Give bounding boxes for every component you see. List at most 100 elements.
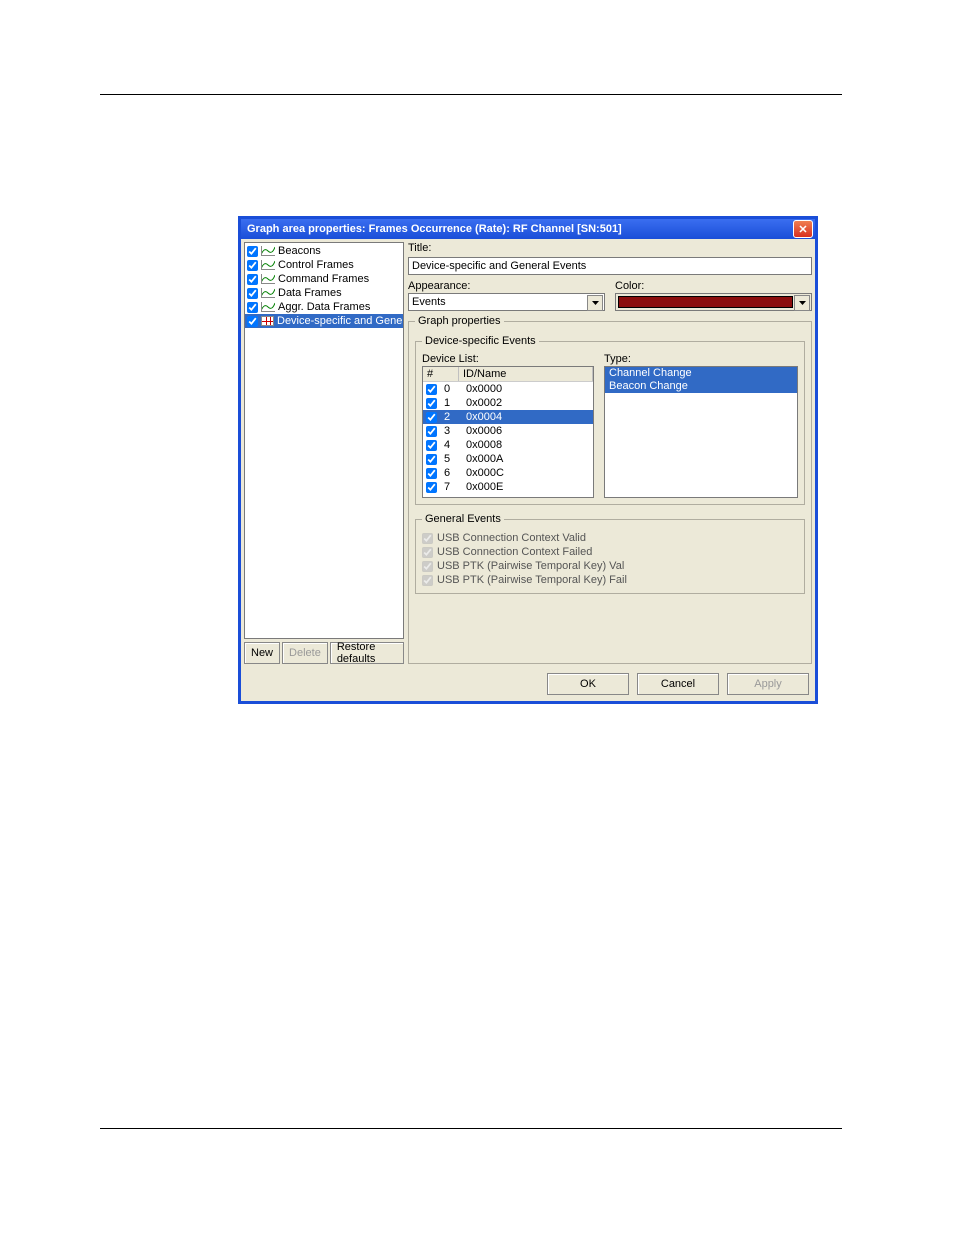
device-row[interactable]: 70x000E: [423, 480, 593, 494]
device-id: 0x0004: [464, 411, 593, 423]
title-input[interactable]: Device-specific and General Events: [408, 257, 812, 275]
device-num: 2: [442, 411, 464, 423]
chevron-down-icon[interactable]: [794, 295, 810, 311]
curve-icon: [261, 274, 275, 284]
general-events-fieldset: General Events USB Connection Context Va…: [415, 513, 805, 594]
tree-item-label: Command Frames: [278, 273, 369, 285]
delete-button: Delete: [282, 642, 328, 664]
device-list[interactable]: # ID/Name 00x000010x000220x000430x000640…: [422, 366, 594, 498]
device-checkbox[interactable]: [426, 440, 437, 451]
tree-item-label: Device-specific and General Even: [277, 315, 404, 327]
device-checkbox[interactable]: [426, 482, 437, 493]
device-num: 0: [442, 383, 464, 395]
general-event-item[interactable]: USB Connection Context Valid: [422, 531, 798, 545]
appearance-combo[interactable]: Events: [408, 293, 605, 311]
general-event-checkbox: [422, 575, 433, 586]
graph-properties-fieldset: Graph properties Device-specific Events …: [408, 315, 812, 664]
curve-icon: [261, 260, 275, 270]
type-row[interactable]: Channel Change: [605, 367, 797, 380]
type-label: Type:: [604, 353, 798, 365]
tree-checkbox[interactable]: [247, 274, 258, 285]
device-list-col-idname[interactable]: ID/Name: [459, 367, 593, 381]
device-num: 5: [442, 453, 464, 465]
device-id: 0x000E: [464, 481, 593, 493]
device-specific-legend: Device-specific Events: [422, 335, 539, 347]
device-id: 0x000C: [464, 467, 593, 479]
device-id: 0x0002: [464, 397, 593, 409]
device-row[interactable]: 60x000C: [423, 466, 593, 480]
device-row[interactable]: 00x0000: [423, 382, 593, 396]
device-checkbox[interactable]: [426, 454, 437, 465]
device-num: 3: [442, 425, 464, 437]
right-panel: Title: Device-specific and General Event…: [408, 242, 812, 664]
tree-checkbox[interactable]: [247, 246, 258, 257]
device-num: 6: [442, 467, 464, 479]
color-label: Color:: [615, 280, 812, 292]
apply-button: Apply: [727, 673, 809, 695]
appearance-value: Events: [412, 296, 446, 308]
device-checkbox[interactable]: [426, 384, 437, 395]
general-event-checkbox: [422, 547, 433, 558]
device-row[interactable]: 40x0008: [423, 438, 593, 452]
device-specific-fieldset: Device-specific Events Device List: # ID…: [415, 335, 805, 505]
device-id: 0x0008: [464, 439, 593, 451]
device-row[interactable]: 50x000A: [423, 452, 593, 466]
device-row[interactable]: 30x0006: [423, 424, 593, 438]
curve-icon: [261, 302, 275, 312]
curve-icon: [261, 288, 275, 298]
close-icon[interactable]: ✕: [793, 220, 813, 238]
appearance-label: Appearance:: [408, 280, 605, 292]
chevron-down-icon[interactable]: [587, 295, 603, 311]
device-checkbox[interactable]: [426, 398, 437, 409]
tree-item-label: Control Frames: [278, 259, 354, 271]
color-picker[interactable]: [615, 293, 812, 311]
type-list[interactable]: Channel ChangeBeacon Change: [604, 366, 798, 498]
page-rule-top: [100, 94, 842, 95]
dialog-footer: OK Cancel Apply: [241, 667, 815, 701]
left-panel: BeaconsControl Frames Command Frames Data …: [244, 242, 404, 664]
device-checkbox[interactable]: [426, 426, 437, 437]
tree-item-label: Data Frames: [278, 287, 342, 299]
tree-item[interactable]: Device-specific and General Even: [245, 314, 403, 328]
general-event-checkbox: [422, 561, 433, 572]
cancel-button[interactable]: Cancel: [637, 673, 719, 695]
dialog-window: Graph area properties: Frames Occurrence…: [238, 216, 818, 704]
grid-icon: [261, 316, 274, 326]
titlebar[interactable]: Graph area properties: Frames Occurrence…: [241, 219, 815, 239]
device-id: 0x0006: [464, 425, 593, 437]
curve-icon: [261, 246, 275, 256]
series-tree[interactable]: BeaconsControl Frames Command Frames Data …: [244, 242, 404, 639]
window-title: Graph area properties: Frames Occurrence…: [247, 223, 622, 235]
tree-checkbox[interactable]: [247, 288, 258, 299]
new-button[interactable]: New: [244, 642, 280, 664]
ok-button[interactable]: OK: [547, 673, 629, 695]
device-num: 1: [442, 397, 464, 409]
tree-checkbox[interactable]: [247, 316, 258, 327]
restore-defaults-button[interactable]: Restore defaults: [330, 642, 404, 664]
tree-checkbox[interactable]: [247, 302, 258, 313]
device-list-header: # ID/Name: [423, 367, 593, 382]
tree-item-label: Aggr. Data Frames: [278, 301, 370, 313]
tree-item[interactable]: Control Frames: [245, 258, 403, 272]
tree-checkbox[interactable]: [247, 260, 258, 271]
general-event-item[interactable]: USB Connection Context Failed: [422, 545, 798, 559]
general-event-item[interactable]: USB PTK (Pairwise Temporal Key) Val: [422, 559, 798, 573]
general-event-label: USB Connection Context Valid: [437, 532, 586, 544]
tree-item[interactable]: Data Frames: [245, 286, 403, 300]
type-row[interactable]: Beacon Change: [605, 380, 797, 393]
device-checkbox[interactable]: [426, 412, 437, 423]
tree-item[interactable]: Beacons: [245, 244, 403, 258]
title-label: Title:: [408, 242, 812, 254]
tree-item[interactable]: Aggr. Data Frames: [245, 300, 403, 314]
device-num: 7: [442, 481, 464, 493]
device-list-label: Device List:: [422, 353, 594, 365]
tree-item[interactable]: Command Frames: [245, 272, 403, 286]
device-row[interactable]: 20x0004: [423, 410, 593, 424]
general-event-item[interactable]: USB PTK (Pairwise Temporal Key) Fail: [422, 573, 798, 587]
device-num: 4: [442, 439, 464, 451]
device-id: 0x0000: [464, 383, 593, 395]
device-list-col-num[interactable]: #: [423, 367, 459, 381]
device-checkbox[interactable]: [426, 468, 437, 479]
color-swatch: [618, 296, 793, 308]
device-row[interactable]: 10x0002: [423, 396, 593, 410]
